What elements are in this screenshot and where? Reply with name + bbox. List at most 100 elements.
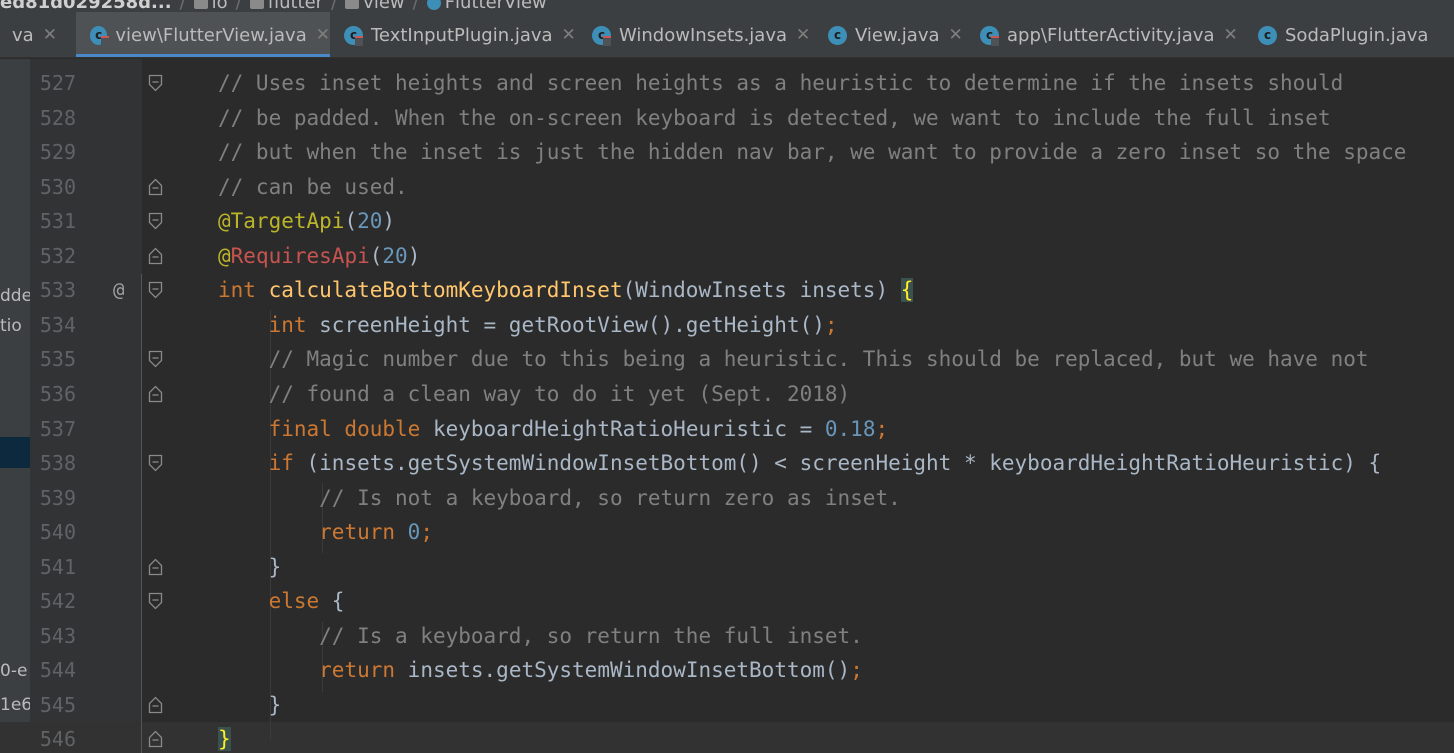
close-icon[interactable]: ✕ xyxy=(562,25,576,45)
line-number[interactable]: 533 xyxy=(30,273,76,307)
code-line[interactable]: return 0; xyxy=(218,515,433,549)
line-number[interactable]: 532 xyxy=(30,239,76,273)
breadcrumb: ed81d029258d... / io / flutter / view / FlutterV… xyxy=(0,0,1454,12)
fold-end-icon[interactable] xyxy=(148,730,163,748)
code-line[interactable]: } xyxy=(218,722,231,753)
method-separator xyxy=(141,274,142,753)
tab-label: view\FlutterView.java xyxy=(115,24,307,46)
code-line[interactable]: int calculateBottomKeyboardInset(WindowI… xyxy=(218,273,914,307)
class-icon: c xyxy=(980,25,999,46)
fold-end-icon[interactable] xyxy=(148,178,163,196)
line-number[interactable]: 535 xyxy=(30,342,76,376)
fold-start-icon[interactable] xyxy=(148,281,163,299)
code-line[interactable]: // Is a keyboard, so return the full ins… xyxy=(218,619,863,653)
tab-flutteractivity[interactable]: c app\FlutterActivity.java ✕ xyxy=(966,12,1244,57)
code-line[interactable]: } xyxy=(218,688,282,722)
line-number[interactable]: 542 xyxy=(30,584,76,618)
code-token: ; xyxy=(875,417,889,441)
code-line[interactable]: @RequiresApi(20) xyxy=(218,239,420,273)
line-number[interactable]: 531 xyxy=(30,204,76,238)
code-token: final double xyxy=(268,417,433,441)
code-line[interactable]: else { xyxy=(218,584,345,618)
fold-start-icon[interactable] xyxy=(148,592,163,610)
tab-partial[interactable]: va ✕ xyxy=(0,12,72,57)
line-number[interactable]: 541 xyxy=(30,550,76,584)
breadcrumb-item-view[interactable]: view xyxy=(363,0,404,12)
code-token: // Is a keyboard, so return the full ins… xyxy=(319,624,863,648)
code-line[interactable]: return insets.getSystemWindowInsetBottom… xyxy=(218,653,863,687)
class-icon: c xyxy=(90,25,110,46)
close-icon[interactable]: ✕ xyxy=(796,25,810,45)
code-line[interactable]: // Is not a keyboard, so return zero as … xyxy=(218,481,901,515)
line-number[interactable]: 543 xyxy=(30,619,76,653)
project-item-fragment[interactable]: 0-e xyxy=(0,661,27,681)
close-icon[interactable]: ✕ xyxy=(949,25,963,45)
line-number[interactable]: 528 xyxy=(30,101,76,135)
line-number[interactable]: 534 xyxy=(30,308,76,342)
code-token: keyboardHeightRatioHeuristic = xyxy=(432,417,825,441)
tab-label: app\FlutterActivity.java xyxy=(1007,24,1215,46)
project-item-fragment[interactable]: dde xyxy=(0,286,30,306)
code-line[interactable]: // Magic number due to this being a heur… xyxy=(218,342,1369,376)
tab-sodaplugin[interactable]: c SodaPlugin.java xyxy=(1244,12,1454,57)
line-number[interactable]: 529 xyxy=(30,135,76,169)
code-line[interactable]: @TargetApi(20) xyxy=(218,204,395,238)
fold-end-icon[interactable] xyxy=(148,385,163,403)
project-item-fragment[interactable]: tio xyxy=(0,316,22,336)
code-line[interactable]: int screenHeight = getRootView().getHeig… xyxy=(218,308,838,342)
fold-start-icon[interactable] xyxy=(148,74,163,92)
project-item-fragment[interactable]: 1e6 xyxy=(0,695,30,715)
line-number[interactable]: 538 xyxy=(30,446,76,480)
line-number[interactable]: 544 xyxy=(30,653,76,687)
tab-windowinsets[interactable]: c WindowInsets.java ✕ xyxy=(578,12,814,57)
project-panel-edge[interactable]: dde tio 0-e 1e6 ar xyxy=(0,59,30,753)
code-line[interactable]: // but when the inset is just the hidden… xyxy=(218,135,1406,169)
breadcrumb-item-flutterview[interactable]: FlutterView xyxy=(445,0,547,12)
code-token: ; xyxy=(420,520,433,544)
fold-start-icon[interactable] xyxy=(148,350,163,368)
override-marker-icon[interactable]: @ xyxy=(113,273,124,307)
fold-end-icon[interactable] xyxy=(148,247,163,265)
line-number[interactable]: 540 xyxy=(30,515,76,549)
tab-label: WindowInsets.java xyxy=(619,24,788,46)
line-number[interactable]: 530 xyxy=(30,170,76,204)
line-number[interactable]: 546 xyxy=(30,722,76,753)
code-token: // Uses inset heights and screen heights… xyxy=(218,71,1344,95)
code-token: 0.18 xyxy=(824,417,876,441)
fold-start-icon[interactable] xyxy=(148,454,163,472)
code-line[interactable]: // be padded. When the on-screen keyboar… xyxy=(218,101,1331,135)
breadcrumb-item-io[interactable]: io xyxy=(212,0,228,12)
close-icon[interactable]: ✕ xyxy=(1223,25,1237,45)
close-icon[interactable]: ✕ xyxy=(43,25,57,45)
line-number[interactable]: 545 xyxy=(30,688,76,722)
fold-end-icon[interactable] xyxy=(148,558,163,576)
code-token: // Magic number due to this being a heur… xyxy=(268,347,1369,371)
code-token: // but when the inset is just the hidden… xyxy=(218,140,1407,164)
code-token: ( xyxy=(369,244,383,268)
breadcrumb-item-flutter[interactable]: flutter xyxy=(268,0,323,12)
fold-end-icon[interactable] xyxy=(148,696,163,714)
tab-textinputplugin[interactable]: c TextInputPlugin.java ✕ xyxy=(330,12,578,57)
code-line[interactable]: final double keyboardHeightRatioHeuristi… xyxy=(218,412,889,446)
code-line[interactable]: } xyxy=(218,550,282,584)
line-number[interactable]: 537 xyxy=(30,412,76,446)
code-line[interactable]: // can be used. xyxy=(218,170,408,204)
line-number[interactable]: 536 xyxy=(30,377,76,411)
code-token: ; xyxy=(824,313,838,337)
line-number[interactable]: 539 xyxy=(30,481,76,515)
code-line[interactable]: if (insets.getSystemWindowInsetBottom() … xyxy=(218,446,1382,480)
tab-view[interactable]: c View.java ✕ xyxy=(814,12,966,57)
close-icon[interactable]: ✕ xyxy=(316,25,330,45)
tab-flutterview[interactable]: c view\FlutterView.java ✕ xyxy=(76,12,330,57)
breadcrumb-item-hash[interactable]: ed81d029258d... xyxy=(0,0,172,12)
class-icon: c xyxy=(592,25,611,46)
code-token: } xyxy=(218,693,282,717)
fold-start-icon[interactable] xyxy=(148,212,163,230)
line-number[interactable]: 527 xyxy=(30,66,76,100)
code-line[interactable]: // Uses inset heights and screen heights… xyxy=(218,66,1343,100)
code-token: (WindowInsets insets) xyxy=(622,278,901,302)
code-line[interactable]: // found a clean way to do it yet (Sept.… xyxy=(218,377,851,411)
